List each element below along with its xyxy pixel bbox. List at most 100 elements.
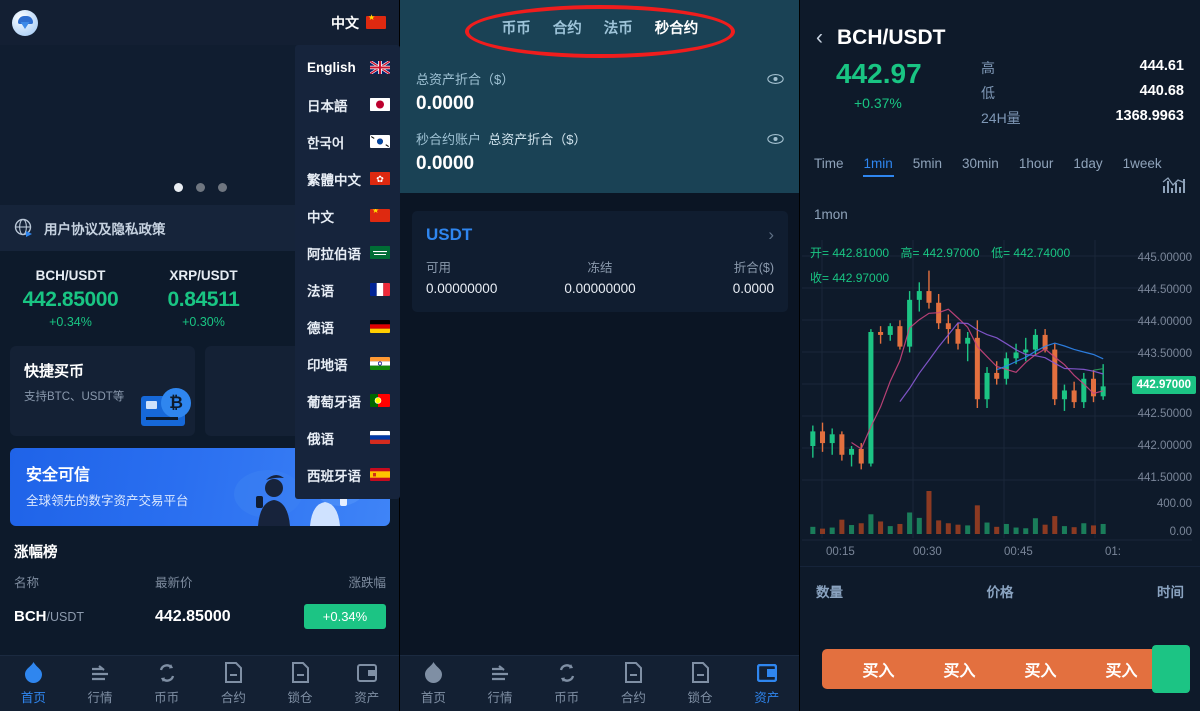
buy-button-bar[interactable]: 买入 买入 买入 买入 (822, 649, 1178, 689)
gainers-base: BCH (14, 608, 47, 625)
tab-fiat[interactable]: 法币 (604, 17, 633, 38)
nav-item-markets[interactable]: 行情 (67, 662, 134, 706)
sa-flag-icon (370, 246, 390, 259)
language-option-portuguese[interactable]: 葡萄牙语 (295, 382, 400, 419)
language-option-label: English (307, 60, 356, 75)
language-option-label: 印地语 (307, 357, 348, 373)
tab-30min[interactable]: 30min (962, 149, 999, 177)
cn-flag-icon (370, 209, 390, 222)
tab-1day[interactable]: 1day (1073, 149, 1102, 177)
gainers-title: 涨幅榜 (14, 545, 58, 561)
coin-name: USDT (426, 225, 473, 244)
tab-contract[interactable]: 合约 (553, 17, 582, 38)
price-chart[interactable]: 开= 442.81000 高= 442.97000 低= 442.74000 收… (800, 236, 1200, 566)
price-change: +0.37% (854, 95, 902, 111)
bottom-nav-middle: 首页 行情 币币 合约 锁仓 资产 (400, 655, 800, 711)
flame-icon (0, 662, 67, 684)
buy-button[interactable]: 买入 (943, 657, 975, 681)
language-option-spanish[interactable]: 西班牙语 (295, 456, 400, 493)
buy-button[interactable]: 买入 (1024, 657, 1056, 681)
gainers-col-name: 名称 (14, 576, 40, 590)
nav-item-contract[interactable]: 合约 (200, 662, 267, 706)
tab-time[interactable]: Time (814, 149, 844, 177)
table-row[interactable]: BCH/USDT 442.85000 +0.34% (0, 599, 400, 629)
tab-second-contract[interactable]: 秒合约 (655, 17, 699, 38)
document-icon (267, 662, 334, 684)
coin-balance-card[interactable]: USDT › 可用 0.00000000 冻结 0.00000000 折合($)… (412, 211, 788, 312)
balance-label: 可用 (426, 261, 452, 275)
language-option-german[interactable]: 德语 (295, 308, 400, 345)
axis-tick: 444.50000 (1137, 284, 1192, 296)
app-header: 中文 (0, 0, 400, 45)
tab-1week[interactable]: 1week (1123, 149, 1162, 177)
nav-label: 行情 (87, 690, 113, 705)
eye-icon[interactable] (767, 73, 784, 85)
language-selector[interactable]: 中文 (331, 13, 386, 33)
swap-icon (133, 662, 200, 684)
second-account-name: 秒合约账户 (416, 132, 482, 147)
nav-item-contract[interactable]: 合约 (600, 662, 667, 706)
tab-5min[interactable]: 5min (913, 149, 942, 177)
language-option-french[interactable]: 法语 (295, 271, 400, 308)
promo-card-buy-crypto[interactable]: 快捷买币 支持BTC、USDT等 ₿ (10, 346, 195, 436)
language-option-english[interactable]: English (295, 49, 400, 86)
language-option-label: 中文 (307, 209, 334, 225)
stat-label: 24H量 (981, 110, 1021, 126)
stat-label: 高 (981, 60, 995, 76)
language-option-korean[interactable]: 한국어 (295, 123, 400, 160)
tab-1hour[interactable]: 1hour (1019, 149, 1054, 177)
language-option-japanese[interactable]: 日本語 (295, 86, 400, 123)
ohlc-readout: 开= 442.81000 高= 442.97000 低= 442.74000 收… (810, 241, 1077, 291)
sell-side-handle[interactable] (1152, 645, 1190, 693)
nav-item-spot[interactable]: 币币 (133, 662, 200, 706)
language-option-russian[interactable]: 俄语 (295, 419, 400, 456)
ticker-item[interactable]: BCH/USDT 442.85000 +0.34% (4, 268, 137, 329)
trading-header: ‹ BCH/USDT 442.97 +0.37% 高 444.61 低 440.… (800, 0, 1200, 133)
language-option-chinese[interactable]: 中文 (295, 197, 400, 234)
carousel-dot-3[interactable] (217, 183, 227, 192)
nav-item-assets[interactable]: 资产 (333, 662, 400, 706)
nav-item-lock[interactable]: 锁仓 (267, 662, 334, 706)
language-dropdown[interactable]: English 日本語 한국어 繁體中文 ✿ 中文 阿拉伯语 法语 德语 (295, 45, 400, 499)
stat-value: 440.68 (1139, 83, 1184, 99)
buy-button[interactable]: 买入 (1105, 657, 1137, 681)
nav-item-assets[interactable]: 资产 (733, 662, 800, 706)
nav-label: 资产 (754, 690, 780, 705)
balance-value: 0.0000 (732, 281, 774, 296)
chevron-right-icon[interactable]: › (768, 225, 774, 245)
nav-item-home[interactable]: 首页 (400, 662, 467, 706)
balance-converted: 折合($) 0.0000 (658, 257, 774, 296)
language-option-label: 法语 (307, 283, 334, 299)
carousel-dot-1[interactable] (173, 183, 183, 192)
language-option-hindi[interactable]: 印地语 (295, 345, 400, 382)
tab-1mon[interactable]: 1mon (814, 200, 848, 228)
gainers-col-change: 涨跌幅 (348, 576, 386, 590)
carousel-dot-2[interactable] (195, 183, 205, 192)
ticker-item[interactable]: XRP/USDT 0.84511 +0.30% (137, 268, 270, 329)
ru-flag-icon (370, 431, 390, 444)
volume-axis-tick: 0.00 (1169, 526, 1192, 538)
language-option-traditional-chinese[interactable]: 繁體中文 ✿ (295, 160, 400, 197)
language-option-arabic[interactable]: 阿拉伯语 (295, 234, 400, 271)
second-account-label: 秒合约账户 总资产折合（$） (416, 129, 586, 148)
nav-item-lock[interactable]: 锁仓 (667, 662, 734, 706)
nav-label: 币币 (154, 690, 180, 705)
nav-item-markets[interactable]: 行情 (467, 662, 534, 706)
promo-card-title: 快捷买币 (24, 363, 85, 380)
flame-icon (400, 662, 467, 684)
chart-lines-icon (67, 662, 134, 684)
nav-item-spot[interactable]: 币币 (533, 662, 600, 706)
balance-frozen: 冻结 0.00000000 (542, 257, 658, 296)
tab-spot[interactable]: 币币 (502, 17, 531, 38)
axis-tick: 445.00000 (1137, 252, 1192, 264)
buy-button[interactable]: 买入 (862, 657, 894, 681)
axis-tick: 00:45 (1004, 546, 1033, 558)
back-icon[interactable]: ‹ (816, 26, 823, 50)
de-flag-icon (370, 320, 390, 333)
axis-tick: 444.00000 (1137, 316, 1192, 328)
nav-item-home[interactable]: 首页 (0, 662, 67, 706)
indicator-icon[interactable] (1162, 177, 1186, 200)
eye-icon[interactable] (767, 133, 784, 145)
gainers-change-cell: +0.34% (296, 604, 386, 629)
tab-1min[interactable]: 1min (862, 149, 895, 177)
